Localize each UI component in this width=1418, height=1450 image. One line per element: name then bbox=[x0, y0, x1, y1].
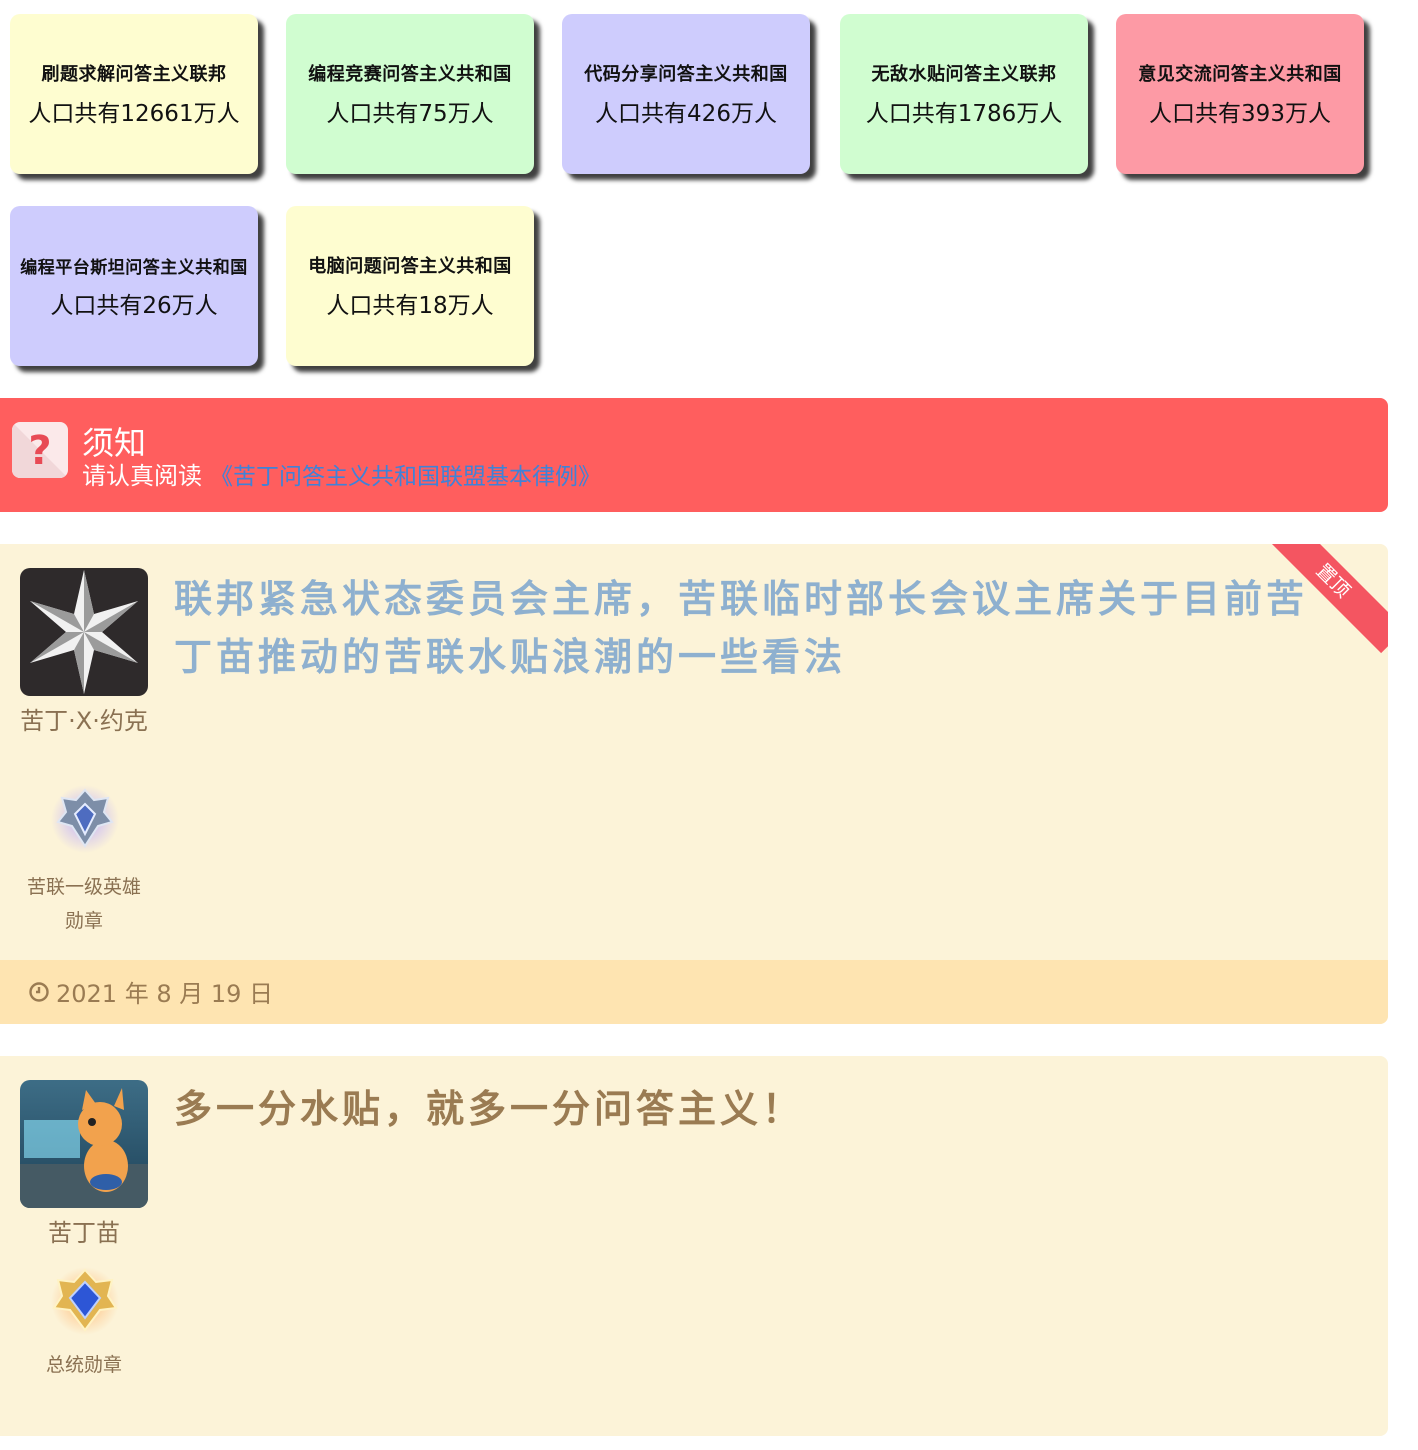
author-name[interactable]: 苦丁苗 bbox=[20, 1216, 148, 1250]
badge-name: 总统勋章 bbox=[45, 1354, 122, 1376]
federation-population: 人口共有393万人 bbox=[1149, 101, 1331, 127]
federation-card[interactable]: 电脑问题问答主义共和国 人口共有18万人 bbox=[286, 206, 534, 366]
avatar[interactable] bbox=[20, 1080, 148, 1208]
post-date-text: 2021 年 8 月 19 日 bbox=[56, 980, 274, 1008]
federation-population: 人口共有12661万人 bbox=[28, 101, 240, 127]
federation-name: 代码分享问答主义共和国 bbox=[584, 64, 788, 85]
author-name[interactable]: 苦丁·X·约克 bbox=[20, 704, 148, 738]
badge-name: 苦联一级英雄勋章 bbox=[26, 876, 141, 932]
federation-card[interactable]: 编程平台斯坦问答主义共和国 人口共有26万人 bbox=[10, 206, 258, 366]
federation-name: 刷题求解问答主义联邦 bbox=[41, 64, 227, 85]
federation-name: 编程竞赛问答主义共和国 bbox=[308, 64, 512, 85]
clock-icon bbox=[29, 981, 49, 1002]
federation-population: 人口共有26万人 bbox=[50, 292, 218, 319]
federation-card[interactable]: 无敌水贴问答主义联邦 人口共有1786万人 bbox=[840, 14, 1088, 174]
federation-name: 无敌水贴问答主义联邦 bbox=[871, 64, 1057, 85]
federation-population: 人口共有426万人 bbox=[595, 101, 777, 127]
post-footer: 2021 年 8 月 19 日 bbox=[0, 960, 1388, 1024]
federation-card[interactable]: 刷题求解问答主义联邦 人口共有12661万人 bbox=[10, 14, 258, 174]
hero-medal-icon bbox=[50, 784, 120, 854]
federation-card[interactable]: 意见交流问答主义共和国 人口共有393万人 bbox=[1116, 14, 1364, 174]
president-medal-icon bbox=[50, 1266, 120, 1336]
federation-population: 人口共有75万人 bbox=[326, 101, 494, 127]
federation-name: 编程平台斯坦问答主义共和国 bbox=[20, 257, 248, 278]
post-title[interactable]: 联邦紧急状态委员会主席，苦联临时部长会议主席关于目前苦丁苗推动的苦联水贴浪潮的一… bbox=[174, 570, 1332, 686]
post-card[interactable]: 苦丁·X·约克 苦联一级英雄勋章 联邦紧急状态委员会主席，苦联临时部长会议主席关… bbox=[0, 544, 1388, 1024]
rules-link[interactable]: 《苦丁问答主义共和国联盟基本律例》 bbox=[210, 464, 601, 490]
notice-text: 请认真阅读 《苦丁问答主义共和国联盟基本律例》 bbox=[82, 456, 601, 491]
post-title[interactable]: 多一分水贴，就多一分问答主义！ bbox=[174, 1080, 1174, 1138]
federation-population: 人口共有18万人 bbox=[326, 293, 494, 319]
federation-population: 人口共有1786万人 bbox=[865, 101, 1063, 127]
federation-name: 意见交流问答主义共和国 bbox=[1138, 64, 1342, 85]
notice-label: 请认真阅读 bbox=[82, 462, 202, 490]
post-date: 2021 年 8 月 19 日 bbox=[28, 974, 273, 1009]
post-card[interactable]: 苦丁苗 总统勋章 多一分水贴，就多一分问答主义！ bbox=[0, 1056, 1388, 1436]
federation-card[interactable]: 编程竞赛问答主义共和国 人口共有75万人 bbox=[286, 14, 534, 174]
avatar[interactable] bbox=[20, 568, 148, 696]
federation-name: 电脑问题问答主义共和国 bbox=[308, 256, 512, 277]
federation-card[interactable]: 代码分享问答主义共和国 人口共有426万人 bbox=[562, 14, 810, 174]
notice-banner: ? 须知 请认真阅读 《苦丁问答主义共和国联盟基本律例》 bbox=[0, 398, 1388, 512]
question-icon: ? bbox=[12, 422, 68, 478]
